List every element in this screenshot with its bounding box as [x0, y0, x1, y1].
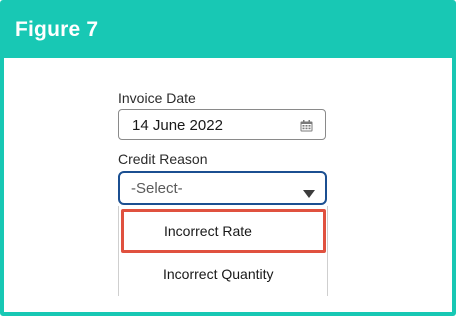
credit-reason-select[interactable]: -Select- — [118, 171, 327, 205]
option-label: Incorrect Rate — [164, 223, 252, 239]
figure-banner: Figure 7 — [4, 4, 452, 58]
figure-title: Figure 7 — [15, 18, 99, 41]
form-panel: Invoice Date 14 June 2022 Credit Reason … — [4, 58, 452, 312]
credit-reason-label: Credit Reason — [118, 151, 208, 167]
option-label: Incorrect Quantity — [163, 266, 274, 282]
chevron-down-icon[interactable] — [303, 185, 315, 198]
figure-frame: Figure 7 Invoice Date 14 June 2022 Credi… — [0, 0, 456, 316]
calendar-icon[interactable] — [300, 119, 313, 132]
invoice-date-value: 14 June 2022 — [132, 117, 223, 134]
credit-reason-selected-value: -Select- — [131, 180, 183, 197]
option-incorrect-rate[interactable]: Incorrect Rate — [121, 209, 326, 253]
credit-reason-dropdown-list: Incorrect Rate Incorrect Quantity — [118, 206, 328, 296]
invoice-date-label: Invoice Date — [118, 90, 196, 106]
invoice-date-field[interactable]: 14 June 2022 — [118, 109, 326, 140]
option-incorrect-quantity[interactable]: Incorrect Quantity — [119, 257, 327, 291]
